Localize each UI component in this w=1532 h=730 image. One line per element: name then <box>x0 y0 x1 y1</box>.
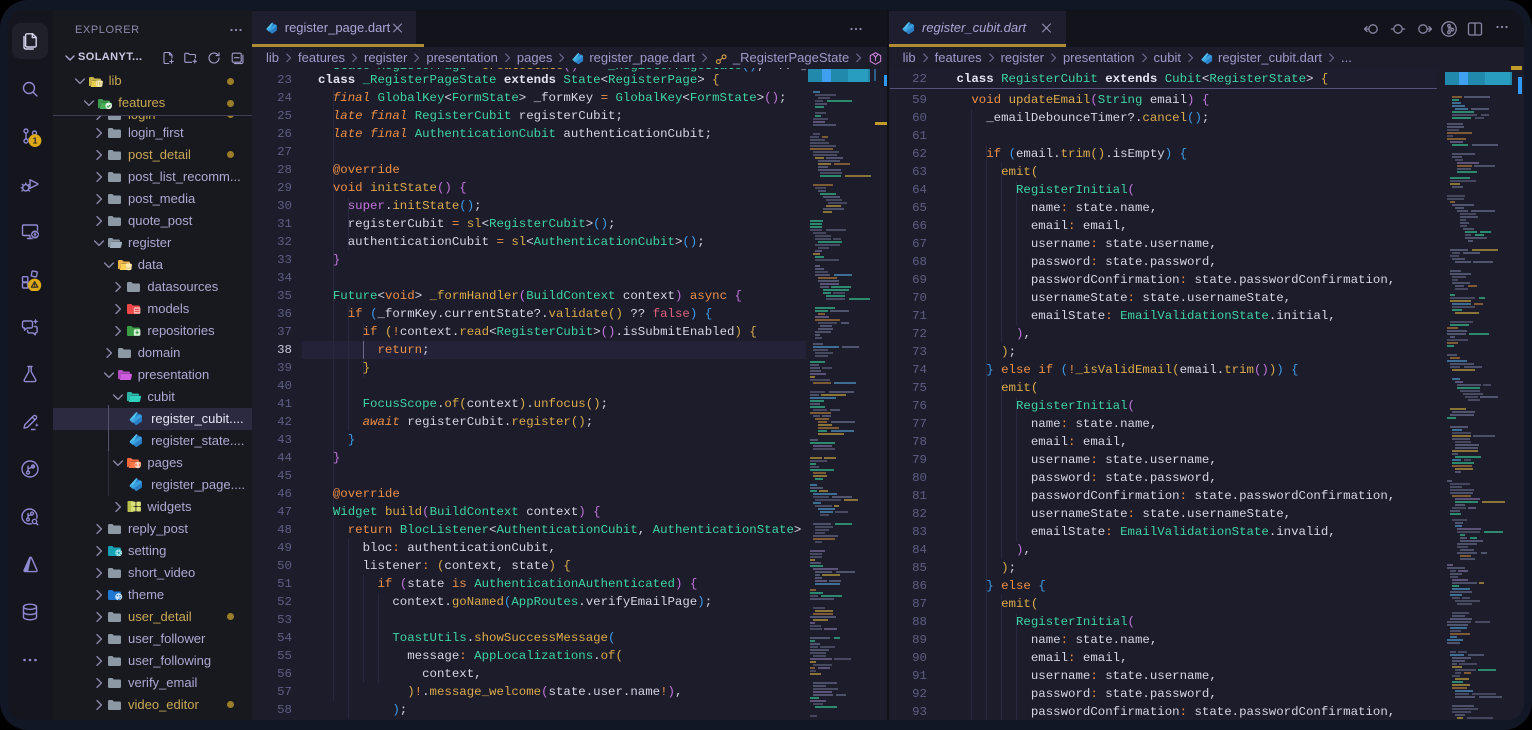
svg-text:1: 1 <box>33 136 38 146</box>
